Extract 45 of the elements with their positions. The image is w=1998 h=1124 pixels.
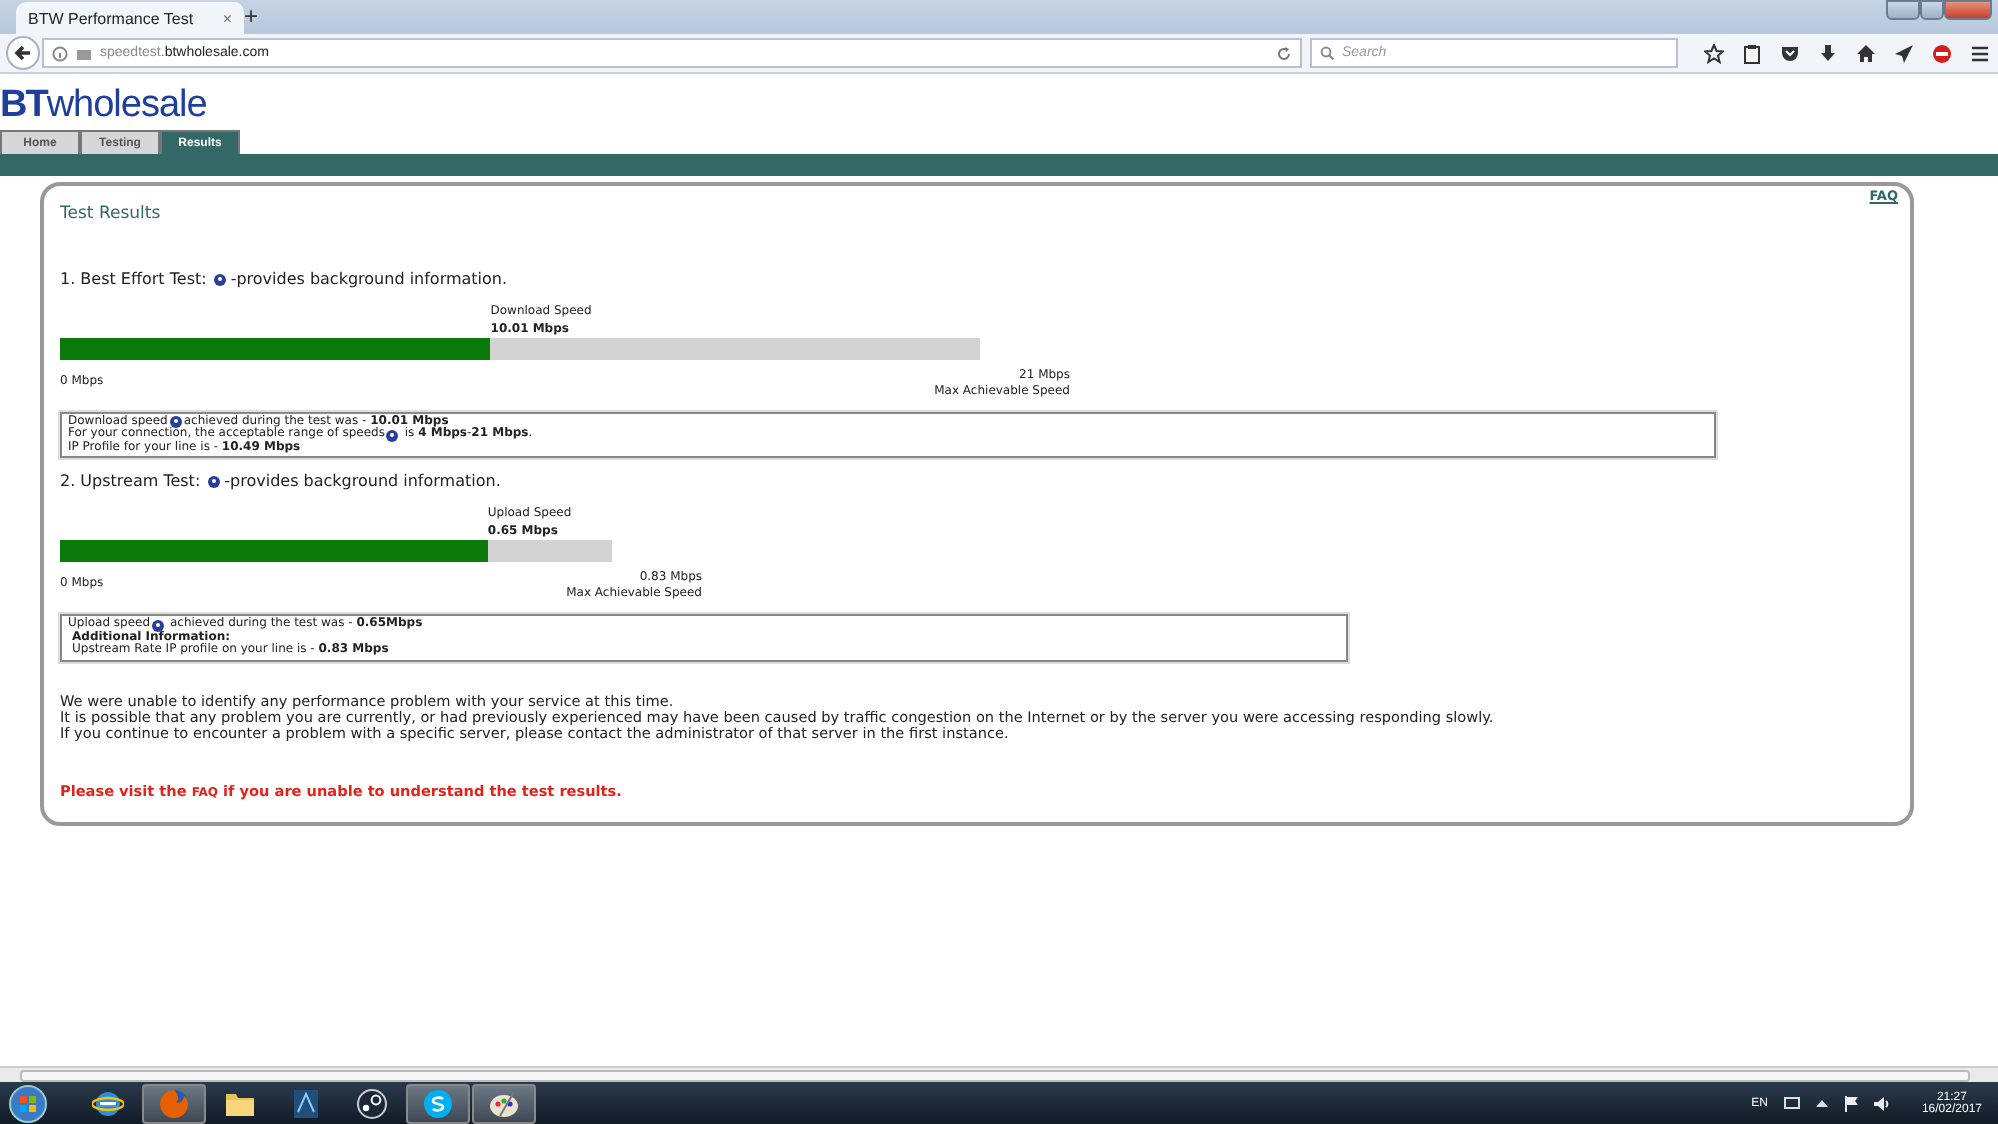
help-icon[interactable] [386,429,399,441]
close-tab-button[interactable]: × [222,9,232,27]
test-note: -provides background information. [224,470,501,495]
help-icon[interactable] [214,273,227,286]
adblock-icon[interactable] [1932,43,1952,63]
search-icon [1320,46,1334,60]
new-tab-button[interactable]: + [240,2,263,30]
app-icon [290,1087,322,1119]
panel-title: Test Results [60,202,163,228]
horizontal-scrollbar[interactable] [0,1066,1998,1082]
test-heading: 2. Upstream Test: [60,470,201,495]
steam-icon [356,1087,388,1119]
palette-icon [488,1087,520,1119]
info-icon[interactable] [52,45,68,61]
help-icon[interactable] [152,619,165,631]
taskbar-button[interactable] [472,1083,536,1123]
browser-e-icon [92,1087,124,1119]
clipboard-icon[interactable] [1742,43,1762,63]
help-icon[interactable] [208,476,221,489]
download-icon[interactable] [1818,43,1838,63]
start-button[interactable] [8,1083,48,1123]
caret-icon[interactable] [1815,1098,1828,1108]
help-icon[interactable] [169,416,182,428]
flag-icon[interactable] [1843,1095,1858,1111]
back-button[interactable] [6,36,40,70]
reload-icon[interactable] [1276,45,1292,61]
bookmark-star-icon[interactable] [1704,43,1724,63]
maximize-button[interactable] [1920,0,1944,20]
keyboard-icon[interactable] [1783,1096,1800,1110]
fox-globe-icon [158,1087,190,1119]
logo[interactable]: BTwholesale [0,74,207,124]
home-icon[interactable] [1856,43,1876,63]
test-note: -provides background information. [230,267,508,292]
page-icon[interactable] [76,45,92,61]
pocket-icon[interactable] [1780,43,1800,63]
back-arrow-icon [14,44,32,62]
test-heading: 1. Best Effort Test: [60,267,207,292]
send-icon[interactable] [1894,43,1914,63]
browser-tab[interactable]: BTW Performance Test × [16,2,244,34]
menu-icon[interactable] [1970,43,1990,63]
tab-title: BTW Performance Test [28,9,194,27]
skype-icon [422,1087,454,1119]
speaker-icon[interactable] [1873,1095,1890,1111]
minimize-button[interactable] [1886,0,1920,20]
taskbar-button[interactable] [406,1083,470,1123]
